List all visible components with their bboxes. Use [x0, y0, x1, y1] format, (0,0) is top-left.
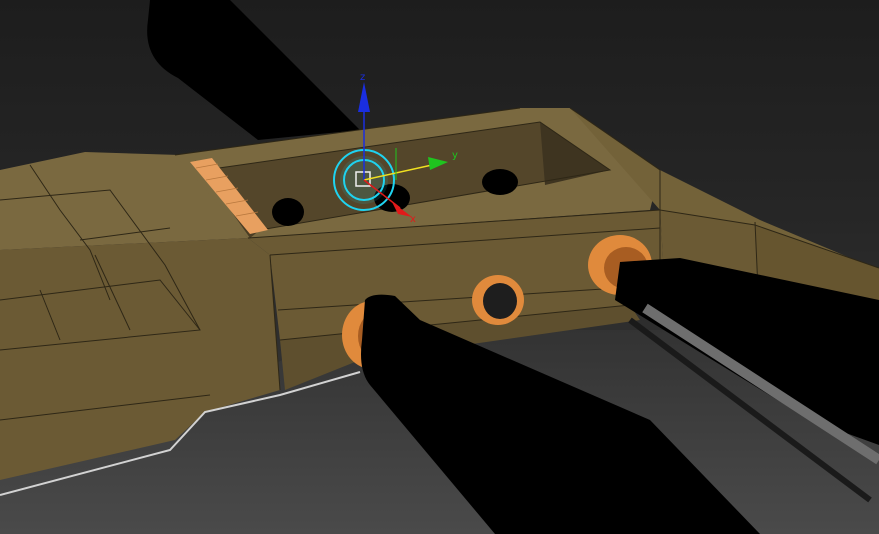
axis-x-label: x — [410, 214, 416, 225]
viewport-scene[interactable]: z y x — [0, 0, 879, 534]
axis-z-label: z — [360, 72, 365, 83]
3d-viewport[interactable]: z y x — [0, 0, 879, 534]
back-tube[interactable] — [147, 0, 360, 140]
ring-middle[interactable] — [472, 275, 524, 325]
axis-y-label: y — [452, 150, 458, 161]
